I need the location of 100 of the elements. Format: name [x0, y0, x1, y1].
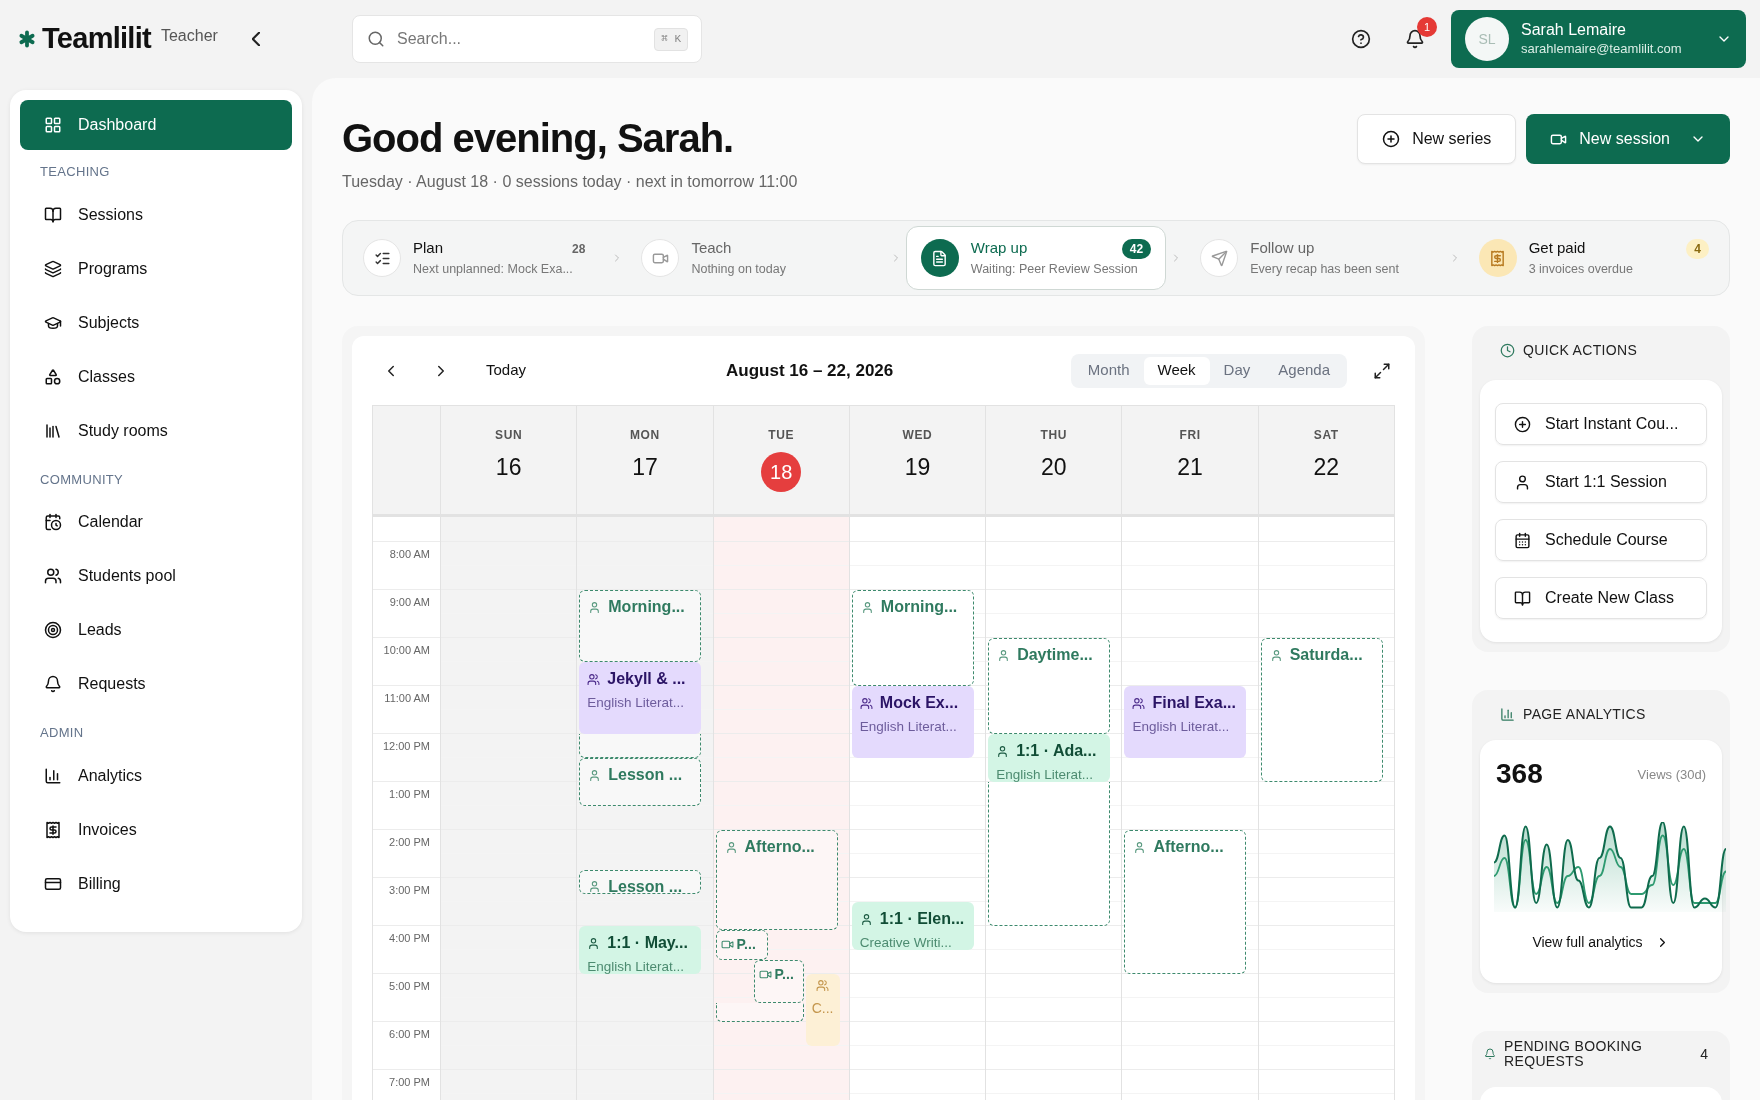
- nav-item[interactable]: Calendar: [20, 495, 292, 549]
- open-slot-event[interactable]: Afterno...: [715, 830, 838, 930]
- quick-action-button[interactable]: Start 1:1 Session: [1495, 461, 1707, 503]
- workflow-step[interactable]: Wrap up 42 Waiting: Peer Review Session: [905, 226, 1167, 290]
- private-session-event[interactable]: 1:1 · May... English Literat...: [579, 926, 702, 974]
- book-icon: [44, 205, 62, 224]
- event-title: C...: [811, 999, 834, 1018]
- avatar: SL: [1465, 17, 1509, 61]
- nav-item[interactable]: Students pool: [20, 549, 292, 603]
- shortcut-hint: ⌘ K: [654, 28, 688, 51]
- nav-item[interactable]: Billing: [20, 856, 292, 911]
- day-date: 21: [1177, 453, 1203, 482]
- pending-count: 4: [1700, 1044, 1708, 1064]
- private-session-event[interactable]: 1:1 · Ada... English Literat...: [988, 734, 1111, 782]
- event-subtitle: English Literat...: [996, 766, 1094, 782]
- today-button[interactable]: Today: [486, 359, 527, 382]
- workflow-step[interactable]: Teach Nothing on today: [627, 226, 886, 290]
- step-title: Plan: [413, 238, 444, 259]
- step-count: 4: [1686, 238, 1710, 259]
- workflow-step[interactable]: Get paid 4 3 invoices overdue: [1464, 226, 1724, 290]
- quick-action-button[interactable]: Schedule Course: [1495, 519, 1707, 561]
- step-subtitle: Waiting: Peer Review Session: [970, 260, 1139, 278]
- view-tab[interactable]: Month: [1073, 356, 1144, 385]
- nav-item[interactable]: Sessions: [20, 187, 292, 242]
- weekday-label: WED: [902, 427, 933, 444]
- receipt-icon: [1478, 239, 1517, 277]
- event-title: Afterno...: [1153, 837, 1224, 857]
- new-session-button[interactable]: New session: [1526, 114, 1730, 164]
- bell-icon: [1484, 1048, 1496, 1060]
- video-session-event[interactable]: P...: [753, 959, 804, 1003]
- workflow-step[interactable]: Plan 28 Next unplanned: Mock Exa...: [349, 226, 608, 290]
- user-icon: [588, 768, 602, 782]
- view-tab[interactable]: Day: [1209, 356, 1265, 385]
- quick-action-button[interactable]: Create New Class: [1495, 577, 1707, 619]
- event-title: Final Exa...: [1152, 693, 1236, 713]
- user-menu[interactable]: SL Sarah Lemaire sarahlemaire@teamlilit.com: [1451, 10, 1746, 68]
- nav-item[interactable]: Classes: [20, 349, 292, 404]
- group-session-event[interactable]: Jekyll & ... English Literat...: [579, 662, 702, 734]
- notifications-button[interactable]: 1: [1393, 17, 1437, 61]
- time-label: 9:00 AM: [389, 596, 430, 610]
- calendar-icon: [1514, 531, 1531, 549]
- video-session-event[interactable]: P...: [715, 929, 768, 960]
- weekday-label: THU: [1040, 427, 1067, 444]
- plus-circle-icon: [1514, 415, 1531, 433]
- nav-item[interactable]: Programs: [20, 241, 292, 296]
- expand-icon: [1373, 361, 1391, 380]
- panel-title: PENDING BOOKING REQUESTS: [1504, 1039, 1644, 1069]
- day-date: 17: [632, 453, 658, 482]
- user-icon: [1269, 648, 1283, 662]
- workflow-step[interactable]: Follow up Every recap has been sent: [1186, 226, 1445, 290]
- user-icon: [1133, 840, 1147, 854]
- step-title: Follow up: [1250, 238, 1315, 259]
- new-series-button[interactable]: New series: [1357, 114, 1517, 164]
- open-slot-event[interactable]: Saturda...: [1260, 638, 1383, 782]
- calendar-clock-icon: [44, 513, 62, 531]
- open-slot-event[interactable]: Lesson ...: [579, 869, 702, 894]
- view-analytics-link[interactable]: View full analytics: [1494, 932, 1708, 953]
- open-slot-event[interactable]: Afterno...: [1124, 830, 1247, 974]
- greeting-title: Good evening, Sarah.: [342, 115, 735, 162]
- views-caption: Views (30d): [1637, 765, 1706, 784]
- quick-action-button[interactable]: Start Instant Cou...: [1495, 403, 1707, 445]
- user-icon: [860, 600, 874, 614]
- event-title: 1:1 · Elen...: [879, 909, 965, 929]
- open-slot-event[interactable]: Lesson ...: [579, 758, 702, 806]
- step-title: Get paid: [1528, 238, 1586, 259]
- open-slot-event[interactable]: Daytime...: [988, 638, 1111, 734]
- nav-item[interactable]: Study rooms: [20, 403, 292, 458]
- view-tab[interactable]: Week: [1143, 356, 1210, 385]
- weekday-label: SUN: [495, 427, 523, 444]
- step-subtitle: Nothing on today: [691, 260, 787, 278]
- send-icon: [1200, 239, 1239, 277]
- nav-item[interactable]: Subjects: [20, 295, 292, 350]
- step-title: Teach: [691, 238, 732, 259]
- day-date: 22: [1313, 453, 1340, 482]
- bar-chart-icon: [44, 766, 62, 785]
- day-date: 16: [495, 453, 522, 482]
- section-heading: COMMUNITY: [39, 470, 125, 489]
- open-slot-event[interactable]: Morning...: [851, 590, 974, 686]
- user-icon: [724, 840, 738, 854]
- user-icon: [859, 912, 873, 926]
- nav-item[interactable]: Analytics: [20, 748, 292, 803]
- time-label: 5:00 PM: [389, 980, 430, 994]
- plus-circle-icon: [1382, 130, 1401, 148]
- event-title: Lesson ...: [608, 876, 683, 893]
- event-title: 1:1 · Ada...: [1016, 741, 1097, 761]
- view-tab[interactable]: Agenda: [1264, 356, 1344, 385]
- private-session-event[interactable]: 1:1 · Elen... Creative Writi...: [851, 902, 974, 950]
- users-icon: [44, 567, 62, 585]
- bar-chart-icon: [1500, 706, 1515, 722]
- nav-item[interactable]: Requests: [20, 657, 292, 711]
- group-session-event[interactable]: Mock Ex... English Literat...: [851, 686, 974, 758]
- day-date: 20: [1040, 453, 1067, 482]
- open-slot-event[interactable]: Morning...: [579, 590, 702, 662]
- group-session-event[interactable]: Final Exa... English Literat...: [1124, 686, 1247, 758]
- nav-item[interactable]: Dashboard: [20, 100, 292, 150]
- nav-item[interactable]: Invoices: [20, 802, 292, 857]
- panel-title: PAGE ANALYTICS: [1523, 704, 1646, 724]
- library-icon: [44, 421, 62, 440]
- day-date: 19: [904, 453, 931, 482]
- nav-item[interactable]: Leads: [20, 603, 292, 657]
